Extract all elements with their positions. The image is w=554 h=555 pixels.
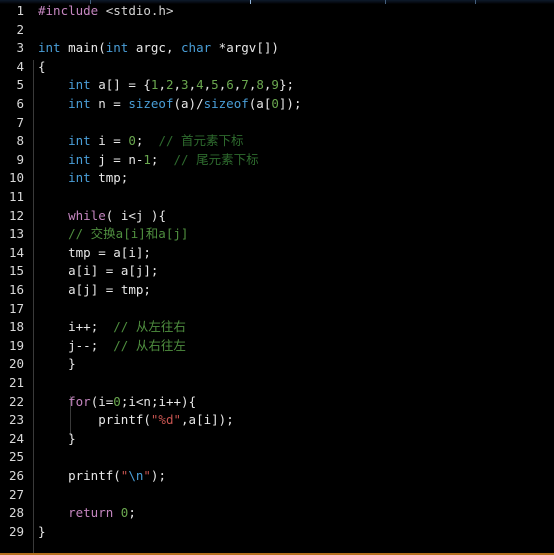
line-number[interactable]: 9 [0,151,24,170]
code-line[interactable]: int n = sizeof(a)/sizeof(a[0]); [28,95,301,114]
code-line[interactable] [28,188,38,207]
code-line[interactable]: // 交换a[i]和a[j] [28,225,188,244]
code-content-area[interactable]: #include <stdio.h> int main(int argc, cha… [28,0,554,555]
line-number[interactable]: 12 [0,207,24,226]
line-number[interactable]: 7 [0,114,24,133]
line-number[interactable]: 22 [0,393,24,412]
minimap-tick [250,0,251,4]
code-line[interactable]: while( i<j ){ [28,207,166,226]
code-line[interactable]: { [28,58,46,77]
code-line[interactable]: return 0; [28,504,136,523]
line-number[interactable]: 23 [0,411,24,430]
code-line[interactable]: int j = n-1; // 尾元素下标 [28,151,258,170]
line-number[interactable]: 5 [0,76,24,95]
line-number[interactable]: 8 [0,132,24,151]
code-line[interactable]: printf("\n"); [28,467,166,486]
line-number[interactable]: 1 [0,2,24,21]
code-line[interactable] [28,300,38,319]
code-line[interactable]: tmp = a[i]; [28,244,151,263]
minimap-tick [90,0,91,4]
code-line[interactable] [28,486,38,505]
code-line[interactable]: for(i=0;i<n;i++){ [28,393,196,412]
line-number[interactable]: 6 [0,95,24,114]
line-number[interactable]: 2 [0,21,24,40]
line-number[interactable]: 25 [0,448,24,467]
code-line[interactable]: } [28,355,76,374]
code-line[interactable]: } [28,430,76,449]
code-line[interactable]: a[i] = a[j]; [28,262,158,281]
code-line[interactable]: int tmp; [28,169,128,188]
minimap-tick [475,0,476,4]
code-line[interactable]: int i = 0; // 首元素下标 [28,132,243,151]
code-line[interactable]: i++; // 从左往右 [28,318,186,337]
code-line[interactable]: printf("%d",a[i]); [28,411,234,430]
line-number[interactable]: 21 [0,374,24,393]
line-number[interactable]: 10 [0,169,24,188]
line-number[interactable]: 15 [0,262,24,281]
code-line[interactable] [28,114,38,133]
line-number[interactable]: 11 [0,188,24,207]
line-number[interactable]: 18 [0,318,24,337]
line-number[interactable]: 28 [0,504,24,523]
line-number[interactable]: 4 [0,58,24,77]
line-number[interactable]: 14 [0,244,24,263]
line-number[interactable]: 16 [0,281,24,300]
code-editor[interactable]: 1 2 3 4 5 6 7 8 9 10 11 12 13 14 15 16 17 18 19 20 21 22 23 24 2… [0,0,554,555]
line-number[interactable]: 17 [0,300,24,319]
code-line[interactable]: j--; // 从右往左 [28,337,186,356]
line-number[interactable]: 19 [0,337,24,356]
code-line[interactable] [28,448,38,467]
line-number-gutter[interactable]: 1 2 3 4 5 6 7 8 9 10 11 12 13 14 15 16 17 18 19 20 21 22 23 24 2… [0,0,28,555]
code-line[interactable]: int main(int argc, char *argv[]) [28,39,279,58]
code-line[interactable]: a[j] = tmp; [28,281,151,300]
code-line[interactable] [28,374,38,393]
line-number[interactable]: 26 [0,467,24,486]
line-number[interactable]: 20 [0,355,24,374]
line-number[interactable]: 13 [0,225,24,244]
line-number[interactable]: 29 [0,523,24,542]
code-line[interactable]: int a[] = {1,2,3,4,5,6,7,8,9}; [28,76,294,95]
minimap-marker-strip[interactable] [0,0,554,4]
code-line[interactable]: #include <stdio.h> [28,2,173,21]
code-line[interactable]: } [28,523,46,542]
line-number[interactable]: 24 [0,430,24,449]
line-number[interactable]: 27 [0,486,24,505]
code-line[interactable] [28,21,38,40]
line-number[interactable]: 3 [0,39,24,58]
minimap-tick [385,0,386,4]
